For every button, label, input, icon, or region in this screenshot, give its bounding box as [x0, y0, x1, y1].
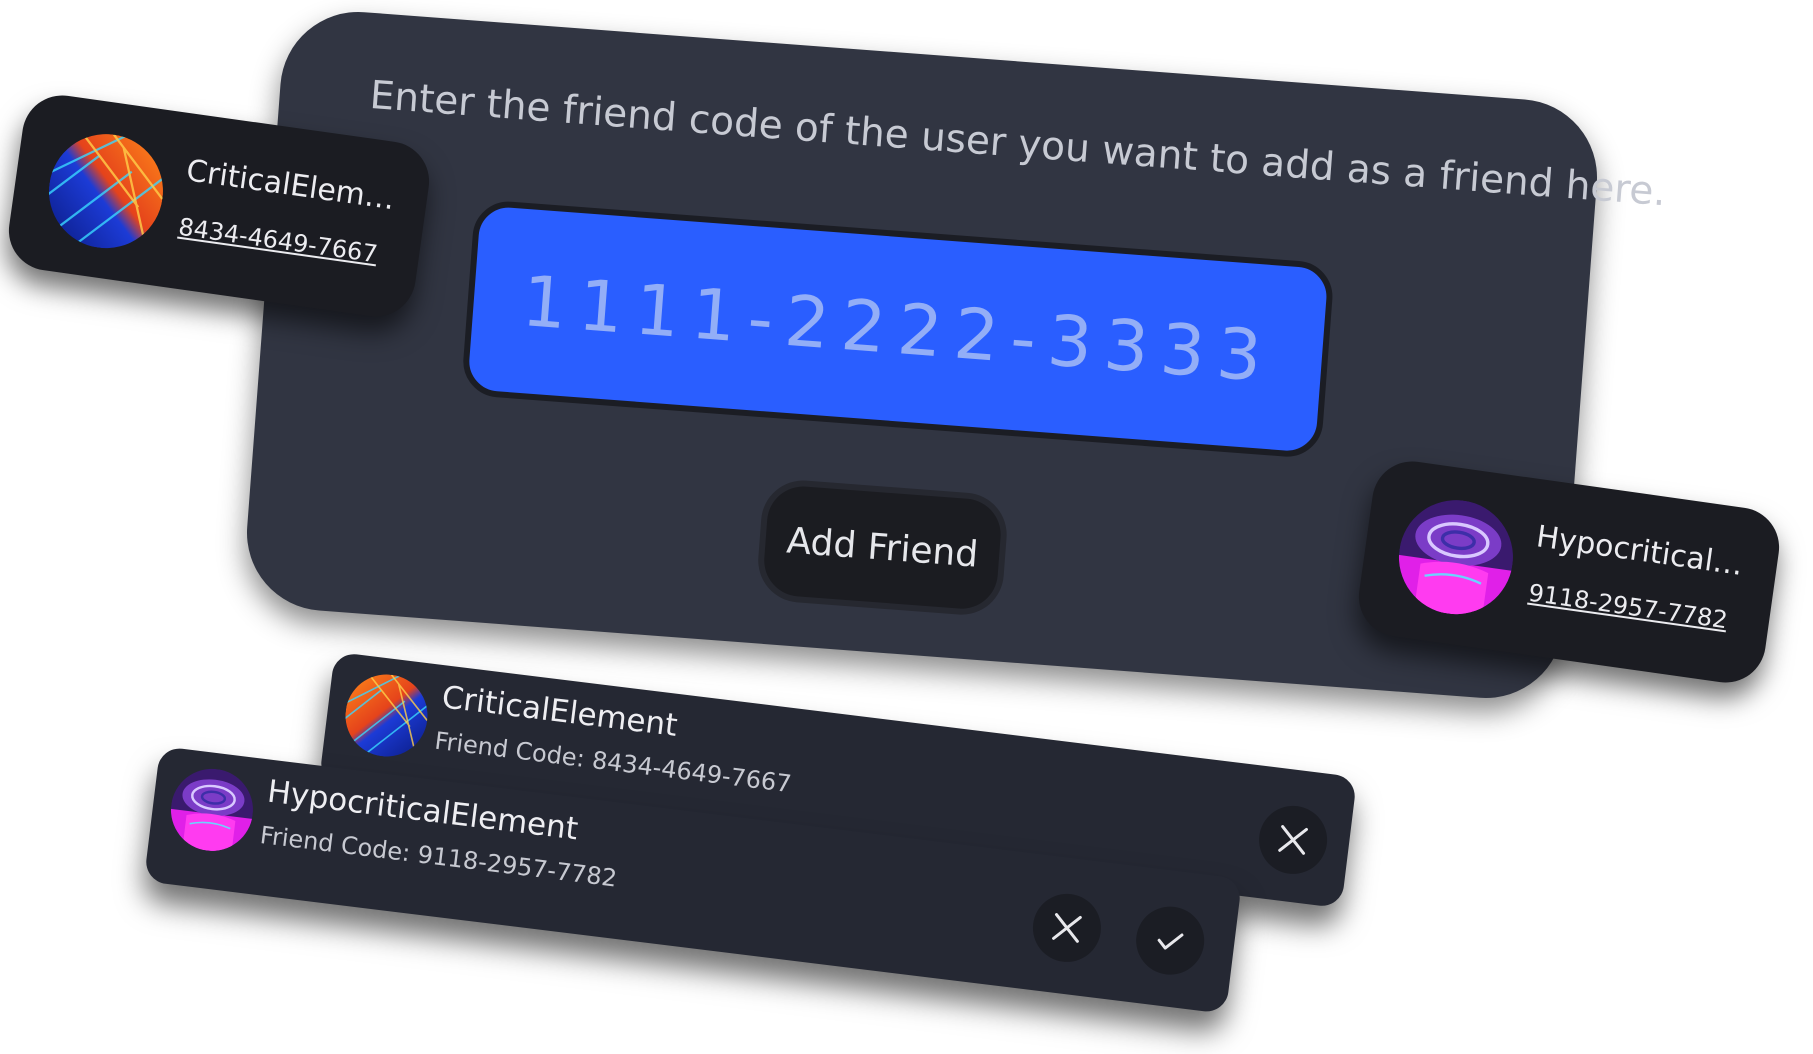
friend-add-screen: Enter the friend code of the user you wa…	[0, 0, 1813, 1054]
profile-card-name: CriticalElement	[184, 153, 409, 219]
close-icon	[1278, 825, 1308, 855]
fiery-blue-avatar-icon	[41, 126, 171, 256]
profile-card-code-link[interactable]: 9118-2957-7782	[1527, 579, 1730, 635]
friend-code-input[interactable]: 1111-2222-3333	[460, 199, 1336, 460]
accept-request-button[interactable]	[1132, 902, 1209, 979]
close-icon	[1052, 913, 1082, 943]
check-icon	[1157, 933, 1184, 950]
profile-card-code-link[interactable]: 8434-4649-7667	[177, 213, 380, 269]
purple-swirl-avatar-icon	[1391, 492, 1521, 622]
decline-request-button[interactable]	[1255, 802, 1331, 878]
instruction-text: Enter the friend code of the user you wa…	[368, 72, 1668, 216]
fiery-blue-avatar-icon	[340, 669, 433, 762]
decline-request-button[interactable]	[1029, 890, 1105, 966]
purple-swirl-avatar-icon	[166, 764, 258, 856]
profile-card-name: HypocriticalEle...	[1534, 519, 1759, 585]
add-friend-button[interactable]: Add Friend	[761, 483, 1004, 612]
